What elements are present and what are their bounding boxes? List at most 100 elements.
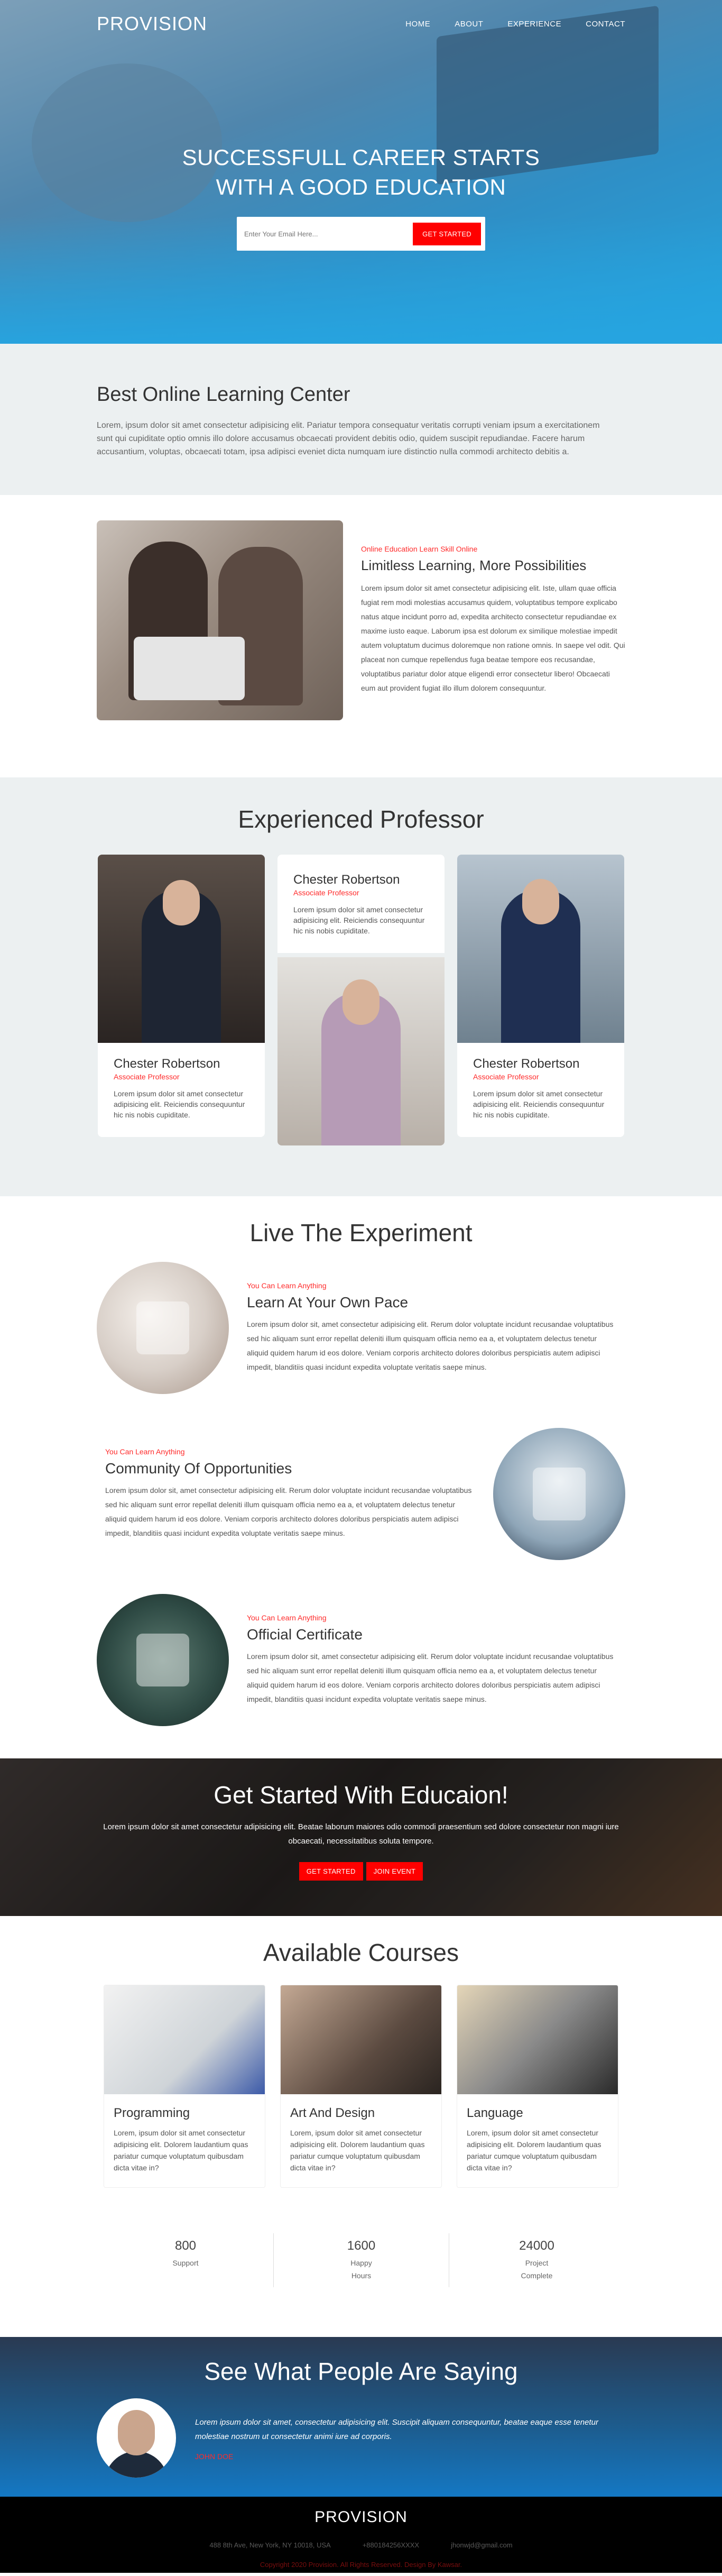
professor-role: Associate Professor: [114, 1072, 180, 1081]
get-started-text: Lorem ipsum dolor sit amet consectetur a…: [103, 1822, 619, 1846]
nav-about-link[interactable]: ABOUT: [455, 20, 483, 29]
hero-title: SUCCESSFULL CAREER STARTS WITH A GOOD ED…: [0, 143, 722, 202]
image-detail: [136, 1634, 189, 1686]
experiment-item-title: Official Certificate: [247, 1626, 363, 1643]
professors-title: Experienced Professor: [238, 805, 484, 833]
professor-bio: Lorem ipsum dolor sit amet consectetur a…: [114, 1089, 245, 1119]
limitless-section: Online Education Learn Skill Online Limi…: [0, 495, 722, 777]
professor-photo: [457, 855, 624, 1043]
course-body: Art And Design Lorem, ipsum dolor sit am…: [281, 2094, 441, 2187]
professor-info: Chester Robertson Associate Professor Lo…: [98, 1043, 265, 1137]
top-nav: PROVISION HOME ABOUT EXPERIENCE CONTACT: [0, 0, 722, 48]
professor-card[interactable]: Chester Robertson Associate Professor Lo…: [457, 855, 624, 1137]
footer-logo[interactable]: PROVISION: [0, 2508, 722, 2526]
join-event-button[interactable]: JOIN EVENT: [366, 1862, 423, 1881]
site-logo[interactable]: PROVISION: [97, 13, 207, 35]
stat-number: 1600: [347, 2239, 376, 2253]
limitless-title: Limitless Learning, More Possibilities: [361, 557, 587, 573]
course-image: [457, 1985, 618, 2094]
course-image: [104, 1985, 265, 2094]
professor-photo: [98, 855, 265, 1043]
stat-number: 24000: [519, 2239, 554, 2253]
experiment-section: Live The Experiment You Can Learn Anythi…: [0, 1196, 722, 1758]
footer-address: 488 8th Ave, New York, NY 10018, USA: [209, 2541, 331, 2549]
testimonial-content: Lorem ipsum dolor sit amet, consectetur …: [195, 2415, 607, 2461]
professor-role: Associate Professor: [473, 1072, 539, 1081]
professor-card[interactable]: Chester Robertson Associate Professor Lo…: [98, 855, 265, 1137]
students-laptop-image: [97, 520, 343, 720]
footer-email[interactable]: jhonwjd@gmail.com: [451, 2541, 513, 2549]
professor-bio: Lorem ipsum dolor sit amet consectetur a…: [293, 905, 425, 935]
experiment-image: [493, 1428, 625, 1560]
course-title: Art And Design: [290, 2106, 375, 2120]
experiment-item: You Can Learn Anything Community Of Oppo…: [97, 1428, 625, 1560]
avatar-face: [118, 2410, 155, 2455]
professor-head: [522, 879, 559, 924]
professor-head: [163, 880, 200, 925]
professor-name: Chester Robertson: [473, 1057, 580, 1071]
stat-number: 800: [174, 2239, 197, 2253]
get-started-button[interactable]: GET STARTED: [413, 222, 481, 245]
experiment-eyebrow: You Can Learn Anything: [247, 1281, 327, 1290]
online-title: Best Online Learning Center: [97, 383, 350, 406]
experiment-image: [97, 1594, 229, 1726]
footer-phone[interactable]: +880184256XXXX: [363, 2541, 419, 2549]
nav-contact-link[interactable]: CONTACT: [586, 20, 625, 29]
professor-info: Chester Robertson Associate Professor Lo…: [457, 1043, 624, 1137]
experiment-item: You Can Learn Anything Official Certific…: [97, 1594, 625, 1726]
nav-home-link[interactable]: HOME: [405, 20, 430, 29]
experiment-content: You Can Learn Anything Official Certific…: [247, 1614, 617, 1707]
professors-grid: Chester Robertson Associate Professor Lo…: [0, 855, 722, 1145]
course-card[interactable]: Language Lorem, ipsum dolor sit amet con…: [457, 1985, 618, 2188]
course-text: Lorem, ipsum dolor sit amet consectetur …: [467, 2129, 601, 2172]
limitless-text: Lorem ipsum dolor sit amet consectetur a…: [361, 584, 625, 692]
get-started-title: Get Started With Educaion!: [214, 1781, 508, 1809]
professor-name: Chester Robertson: [114, 1057, 220, 1071]
experiment-content: You Can Learn Anything Community Of Oppo…: [105, 1447, 475, 1541]
nav-experience-link[interactable]: EXPERIENCE: [507, 20, 561, 29]
professor-column: Chester Robertson Associate Professor Lo…: [457, 855, 624, 1145]
stats-section: 800 Support 1600 Happy Hours 24000 Proje…: [0, 2233, 722, 2337]
course-title: Programming: [114, 2106, 190, 2120]
professor-name: Chester Robertson: [293, 873, 400, 887]
professor-column: Chester Robertson Associate Professor Lo…: [277, 855, 445, 1145]
professor-card[interactable]: Chester Robertson Associate Professor Lo…: [277, 855, 445, 953]
hero-section: PROVISION HOME ABOUT EXPERIENCE CONTACT …: [0, 0, 722, 344]
subscribe-form: GET STARTED: [237, 217, 485, 251]
testimonial-section: See What People Are Saying Lorem ipsum d…: [0, 2337, 722, 2497]
experiment-eyebrow: You Can Learn Anything: [247, 1614, 327, 1622]
course-card[interactable]: Programming Lorem, ipsum dolor sit amet …: [104, 1985, 265, 2188]
testimonial-title: See What People Are Saying: [204, 2358, 518, 2385]
stat-item: 800 Support: [98, 2233, 273, 2287]
stat-item: 24000 Project Complete: [449, 2233, 624, 2287]
get-started-cta-button[interactable]: GET STARTED: [299, 1862, 363, 1881]
experiment-title: Live The Experiment: [249, 1219, 473, 1246]
footer-contact: 488 8th Ave, New York, NY 10018, USA +88…: [0, 2541, 722, 2549]
experiment-eyebrow: You Can Learn Anything: [105, 1447, 185, 1456]
course-title: Language: [467, 2106, 523, 2120]
course-body: Language Lorem, ipsum dolor sit amet con…: [457, 2094, 618, 2187]
hero-content: SUCCESSFULL CAREER STARTS WITH A GOOD ED…: [0, 143, 722, 251]
email-input[interactable]: [244, 230, 413, 238]
professor-photo-card: [277, 957, 445, 1145]
testimonial-author: JOHN DOE: [195, 2452, 234, 2461]
courses-grid: Programming Lorem, ipsum dolor sit amet …: [0, 1985, 722, 2188]
experiment-item-title: Learn At Your Own Pace: [247, 1294, 409, 1310]
stat-item: 1600 Happy Hours: [273, 2233, 449, 2287]
stat-label: Support: [172, 2259, 199, 2267]
stats-row: 800 Support 1600 Happy Hours 24000 Proje…: [0, 2233, 722, 2287]
experiment-image: [97, 1262, 229, 1394]
testimonial-quote: Lorem ipsum dolor sit amet, consectetur …: [195, 2418, 598, 2441]
course-body: Programming Lorem, ipsum dolor sit amet …: [104, 2094, 265, 2187]
footer: PROVISION 488 8th Ave, New York, NY 1001…: [0, 2497, 722, 2573]
stat-label: Happy Hours: [350, 2259, 372, 2280]
get-started-buttons: GET STARTED JOIN EVENT: [0, 1862, 722, 1881]
experiment-item-title: Community Of Opportunities: [105, 1460, 292, 1477]
experiment-item-text: Lorem ipsum dolor sit, amet consectetur …: [247, 1320, 614, 1371]
online-learning-section: Best Online Learning Center Lorem, ipsum…: [0, 344, 722, 495]
avatar: [97, 2398, 176, 2478]
course-text: Lorem, ipsum dolor sit amet consectetur …: [114, 2129, 248, 2172]
course-card[interactable]: Art And Design Lorem, ipsum dolor sit am…: [280, 1985, 442, 2188]
experiment-item: You Can Learn Anything Learn At Your Own…: [97, 1262, 625, 1394]
footer-copyright: Copyright 2020 Provision. All Rights Res…: [260, 2561, 462, 2569]
